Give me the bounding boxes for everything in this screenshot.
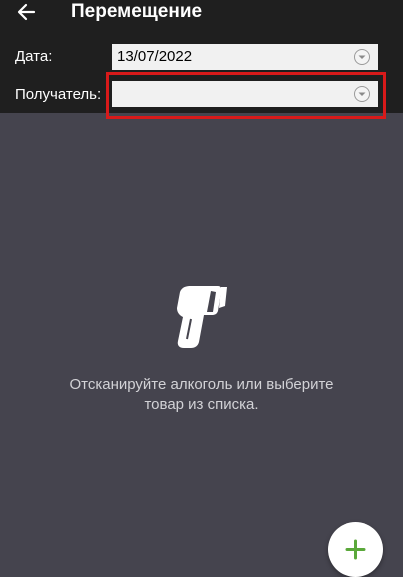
page-title: Перемещение [71,1,203,22]
date-value: 13/07/2022 [117,48,193,65]
empty-state-message: Отсканируйте алкоголь или выберите товар… [0,375,403,415]
recipient-highlight-frame [106,72,386,119]
empty-state-line-2: товар из списка. [144,396,259,413]
dropdown-chevron-icon [354,49,370,65]
empty-state-line-1: Отсканируйте алкоголь или выберите [69,376,334,393]
recipient-label: Получатель: [15,86,102,103]
plus-icon [345,539,366,560]
back-button[interactable] [12,0,44,26]
add-item-button[interactable] [328,522,383,577]
date-label: Дата: [15,48,53,65]
barcode-scanner-icon [177,286,227,348]
date-select[interactable]: 13/07/2022 [112,44,378,70]
arrow-left-icon [17,3,36,21]
